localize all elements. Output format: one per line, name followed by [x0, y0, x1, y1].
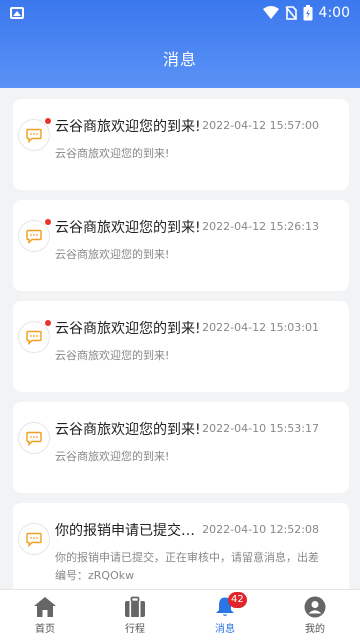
message-summary: 云谷商旅欢迎您的到来! — [55, 349, 170, 362]
unread-dot — [45, 118, 51, 124]
message-time: 2022-04-12 15:26:13 — [202, 220, 319, 233]
message-title: 云谷商旅欢迎您的到来! — [55, 321, 201, 337]
image-notification-icon — [10, 7, 24, 19]
user-icon — [304, 596, 326, 618]
message-avatar — [18, 523, 50, 555]
status-time: 4:00 — [318, 5, 350, 21]
message-title: 云谷商旅欢迎您的到来! — [55, 220, 201, 236]
message-card[interactable]: 云谷商旅欢迎您的到来! 2022-04-10 15:53:17 云谷商旅欢迎您的… — [13, 402, 349, 493]
chat-bubble-icon — [26, 229, 42, 244]
suitcase-icon — [125, 596, 145, 617]
message-avatar — [18, 219, 51, 252]
no-sim-icon — [284, 6, 297, 20]
chat-bubble-icon — [26, 532, 42, 547]
unread-dot — [45, 320, 51, 326]
message-summary: 云谷商旅欢迎您的到来! — [55, 147, 170, 160]
status-bar: 4:00 — [0, 0, 360, 26]
message-title: 你的报销申请已提交，正在审核中 — [55, 523, 205, 539]
message-summary: 你的报销申请已提交，正在审核中，请留意消息，出差编号：zRQOkw — [55, 551, 319, 582]
chat-bubble-icon — [26, 330, 42, 345]
tab-profile[interactable]: 我的 — [270, 590, 360, 640]
home-icon — [34, 597, 56, 617]
message-card[interactable]: 你的报销申请已提交，正在审核中 2022-04-10 12:52:08 你的报销… — [13, 503, 349, 589]
message-avatar — [18, 422, 50, 454]
message-summary: 云谷商旅欢迎您的到来! — [55, 248, 170, 261]
tab-label: 我的 — [305, 624, 325, 635]
message-time: 2022-04-12 15:03:01 — [202, 321, 319, 334]
message-avatar — [18, 118, 51, 151]
unread-count-badge: 42 — [228, 592, 247, 608]
page-title: 消息 — [162, 50, 197, 69]
message-title: 云谷商旅欢迎您的到来! — [55, 422, 201, 438]
message-list[interactable]: 云谷商旅欢迎您的到来! 2022-04-12 15:57:00 云谷商旅欢迎您的… — [0, 88, 360, 589]
message-summary: 云谷商旅欢迎您的到来! — [55, 450, 170, 463]
chat-bubble-icon — [26, 431, 42, 446]
tab-label: 首页 — [35, 624, 55, 635]
bottom-tab-bar: 首页 行程 42 消息 我的 — [0, 589, 360, 640]
message-card[interactable]: 云谷商旅欢迎您的到来! 2022-04-12 15:26:13 云谷商旅欢迎您的… — [13, 200, 349, 291]
tab-messages[interactable]: 42 消息 — [180, 590, 270, 640]
message-time: 2022-04-10 15:53:17 — [202, 422, 319, 435]
message-time: 2022-04-12 15:57:00 — [202, 119, 319, 132]
tab-label: 行程 — [125, 624, 145, 635]
message-card[interactable]: 云谷商旅欢迎您的到来! 2022-04-12 15:57:00 云谷商旅欢迎您的… — [13, 99, 349, 190]
message-time: 2022-04-10 12:52:08 — [202, 523, 319, 536]
message-card[interactable]: 云谷商旅欢迎您的到来! 2022-04-12 15:03:01 云谷商旅欢迎您的… — [13, 301, 349, 392]
battery-icon — [303, 5, 313, 21]
tab-trips[interactable]: 行程 — [90, 590, 180, 640]
wifi-icon — [262, 6, 279, 19]
unread-dot — [45, 219, 51, 225]
tab-home[interactable]: 首页 — [0, 590, 90, 640]
tab-label: 消息 — [215, 624, 235, 635]
top-bar: 4:00 消息 — [0, 0, 360, 88]
chat-bubble-icon — [26, 128, 42, 143]
message-avatar — [18, 320, 51, 353]
message-title: 云谷商旅欢迎您的到来! — [55, 119, 201, 135]
